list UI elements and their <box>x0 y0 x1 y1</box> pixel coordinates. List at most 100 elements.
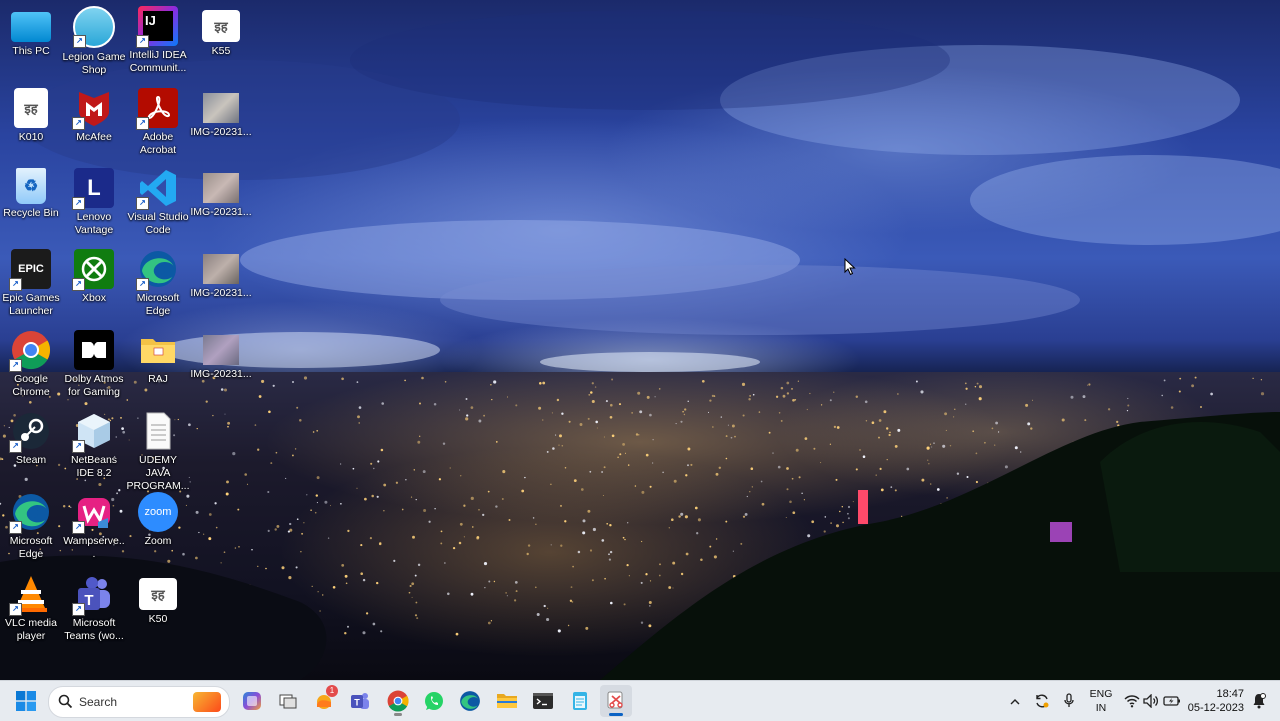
taskbar-notepad[interactable] <box>564 685 596 717</box>
desktop-icon-img-4[interactable]: IMG-20231... <box>189 330 253 381</box>
system-clock[interactable]: 18:47 05-12-2023 <box>1188 687 1244 715</box>
document-icon <box>138 411 178 451</box>
icon-label: VLC media player <box>5 617 57 642</box>
icon-label: Google Chrome <box>12 373 50 398</box>
desktop-icon-k010[interactable]: इह K010 <box>0 88 63 144</box>
tray-volume[interactable] <box>1142 681 1160 721</box>
desktop-icon-microsoft-edge[interactable]: ↗ Microsoft Edge <box>126 249 190 318</box>
notification-bell-icon <box>1253 693 1266 709</box>
desktop-icon-recycle-bin[interactable]: ♻ Recycle Bin <box>0 168 63 220</box>
microphone-icon <box>1064 693 1074 707</box>
desktop-icon-xbox[interactable]: ↗ Xbox <box>62 249 126 305</box>
desktop-icon-steam[interactable]: ↗ Steam <box>0 411 63 467</box>
desktop-icon-legion-game-shop[interactable]: ↗ Legion Game Shop <box>62 6 126 77</box>
desktop-icon-vlc[interactable]: ↗ VLC media player <box>0 574 63 643</box>
notification-center-button[interactable] <box>1250 681 1268 721</box>
desktop-icon-img-3[interactable]: IMG-20231... <box>189 249 253 300</box>
desktop-icon-adobe-acrobat[interactable]: ↗ Adobe Acrobat <box>126 88 190 157</box>
shortcut-arrow-icon: ↗ <box>72 278 85 291</box>
sync-icon <box>1036 694 1049 708</box>
search-highlight-icon <box>193 692 221 712</box>
tray-battery[interactable] <box>1162 681 1182 721</box>
desktop-icon-img-2[interactable]: IMG-20231... <box>189 168 253 219</box>
icon-label: IntelliJ IDEA Communit... <box>129 49 187 74</box>
shortcut-arrow-icon: ↗ <box>72 197 85 210</box>
edge-icon: ↗ <box>9 492 51 534</box>
desktop-icon-vscode[interactable]: ↗ Visual Studio Code <box>126 168 190 237</box>
desktop-icon-intellij[interactable]: IJ ↗ IntelliJ IDEA Communit... <box>126 6 190 75</box>
whatsapp-icon <box>425 692 443 710</box>
intellij-icon: IJ ↗ <box>136 6 178 48</box>
taskbar-edge[interactable] <box>454 685 486 717</box>
tray-microphone[interactable] <box>1060 681 1078 721</box>
xbox-icon: ↗ <box>72 249 114 291</box>
desktop-icon-img-1[interactable]: IMG-20231... <box>189 88 253 139</box>
icon-label: McAfee <box>76 131 112 143</box>
desktop-icon-udemy-java[interactable]: UDEMY JAVA PROGRAM... <box>126 411 190 493</box>
clock-time: 18:47 <box>1216 688 1244 700</box>
icon-label: Adobe Acrobat <box>139 131 177 156</box>
desktop-icon-k50[interactable]: इह K50 <box>126 574 190 626</box>
folder-icon <box>497 694 517 708</box>
battery-charging-icon <box>1163 696 1180 706</box>
file-icon: इह <box>14 88 48 128</box>
icon-label: Microsoft Edge <box>136 292 180 317</box>
edge-icon: ↗ <box>136 249 178 291</box>
icon-label: Steam <box>15 454 47 466</box>
tray-sync[interactable] <box>1032 681 1052 721</box>
desktop-icon-microsoft-edge-2[interactable]: ↗ Microsoft Edge <box>0 492 63 561</box>
shortcut-arrow-icon: ↗ <box>73 35 86 48</box>
foreground-hills <box>0 412 1280 680</box>
taskbar-file-explorer[interactable] <box>491 685 523 717</box>
taskbar-terminal[interactable] <box>527 685 559 717</box>
icon-label: RAJ <box>148 373 168 385</box>
running-indicator <box>394 713 402 716</box>
shortcut-arrow-icon: ↗ <box>136 35 149 48</box>
snipping-tool-icon <box>607 691 623 709</box>
desktop-icon-k55[interactable]: इह K55 <box>189 6 253 58</box>
desktop-icon-mcafee[interactable]: ↗ McAfee <box>62 88 126 144</box>
taskbar-teams[interactable]: T <box>344 685 376 717</box>
taskbar-whatsapp[interactable] <box>418 685 450 717</box>
icon-label: UDEMY JAVA PROGRAM... <box>126 454 190 492</box>
taskbar-task-view[interactable] <box>272 685 304 717</box>
vscode-icon: ↗ <box>136 168 178 210</box>
taskbar-search[interactable]: Search <box>48 686 230 718</box>
wampserver-icon: ↗ <box>72 492 114 534</box>
desktop-icon-microsoft-teams[interactable]: T ↗ Microsoft Teams (wo... <box>62 574 126 643</box>
icon-label: K50 <box>148 613 168 625</box>
icon-label: IMG-20231... <box>190 206 252 218</box>
folder-icon <box>138 330 178 370</box>
shortcut-arrow-icon: ↗ <box>72 521 85 534</box>
start-button[interactable] <box>10 685 42 717</box>
desktop-icon-wampserver[interactable]: ↗ Wampserve... <box>62 492 126 561</box>
tray-wifi[interactable] <box>1122 681 1142 721</box>
desktop-icon-dolby-atmos[interactable]: Dolby Atmos for Gaming <box>62 330 126 399</box>
desktop-icon-lenovo-vantage[interactable]: L ↗ Lenovo Vantage <box>62 168 126 237</box>
desktop-icon-this-pc[interactable]: This PC <box>0 8 63 58</box>
desktop-icon-zoom[interactable]: zoom Zoom <box>126 492 190 548</box>
language-indicator[interactable]: ENG IN <box>1088 687 1114 715</box>
icon-label: IMG-20231... <box>190 126 252 138</box>
taskbar-snipping-tool[interactable] <box>600 685 632 717</box>
search-icon <box>58 694 73 709</box>
taskbar-widgets[interactable]: 1 <box>308 685 340 717</box>
desktop-icon-netbeans[interactable]: ↗ NetBeans IDE 8.2 <box>62 411 126 480</box>
image-thumbnail-icon <box>203 254 239 284</box>
file-icon: इह <box>202 10 240 42</box>
task-view-icon <box>279 694 297 709</box>
mouse-cursor-icon <box>844 258 856 276</box>
show-hidden-icons-button[interactable] <box>1006 681 1024 721</box>
teams-icon: T <box>351 693 369 709</box>
volume-icon <box>1143 694 1159 708</box>
taskbar-copilot[interactable] <box>236 685 268 717</box>
taskbar-chrome[interactable] <box>382 685 414 717</box>
icon-label: Zoom <box>144 535 172 547</box>
shortcut-arrow-icon: ↗ <box>9 521 22 534</box>
desktop-icon-raj-folder[interactable]: RAJ <box>126 330 190 386</box>
mcafee-shield-icon: ↗ <box>72 88 114 130</box>
chevron-up-icon <box>1010 698 1020 704</box>
desktop-icon-google-chrome[interactable]: ↗ Google Chrome <box>0 330 63 399</box>
notepad-icon <box>573 692 587 710</box>
desktop-icon-epic-games[interactable]: EPIC ↗ Epic Games Launcher <box>0 249 63 318</box>
